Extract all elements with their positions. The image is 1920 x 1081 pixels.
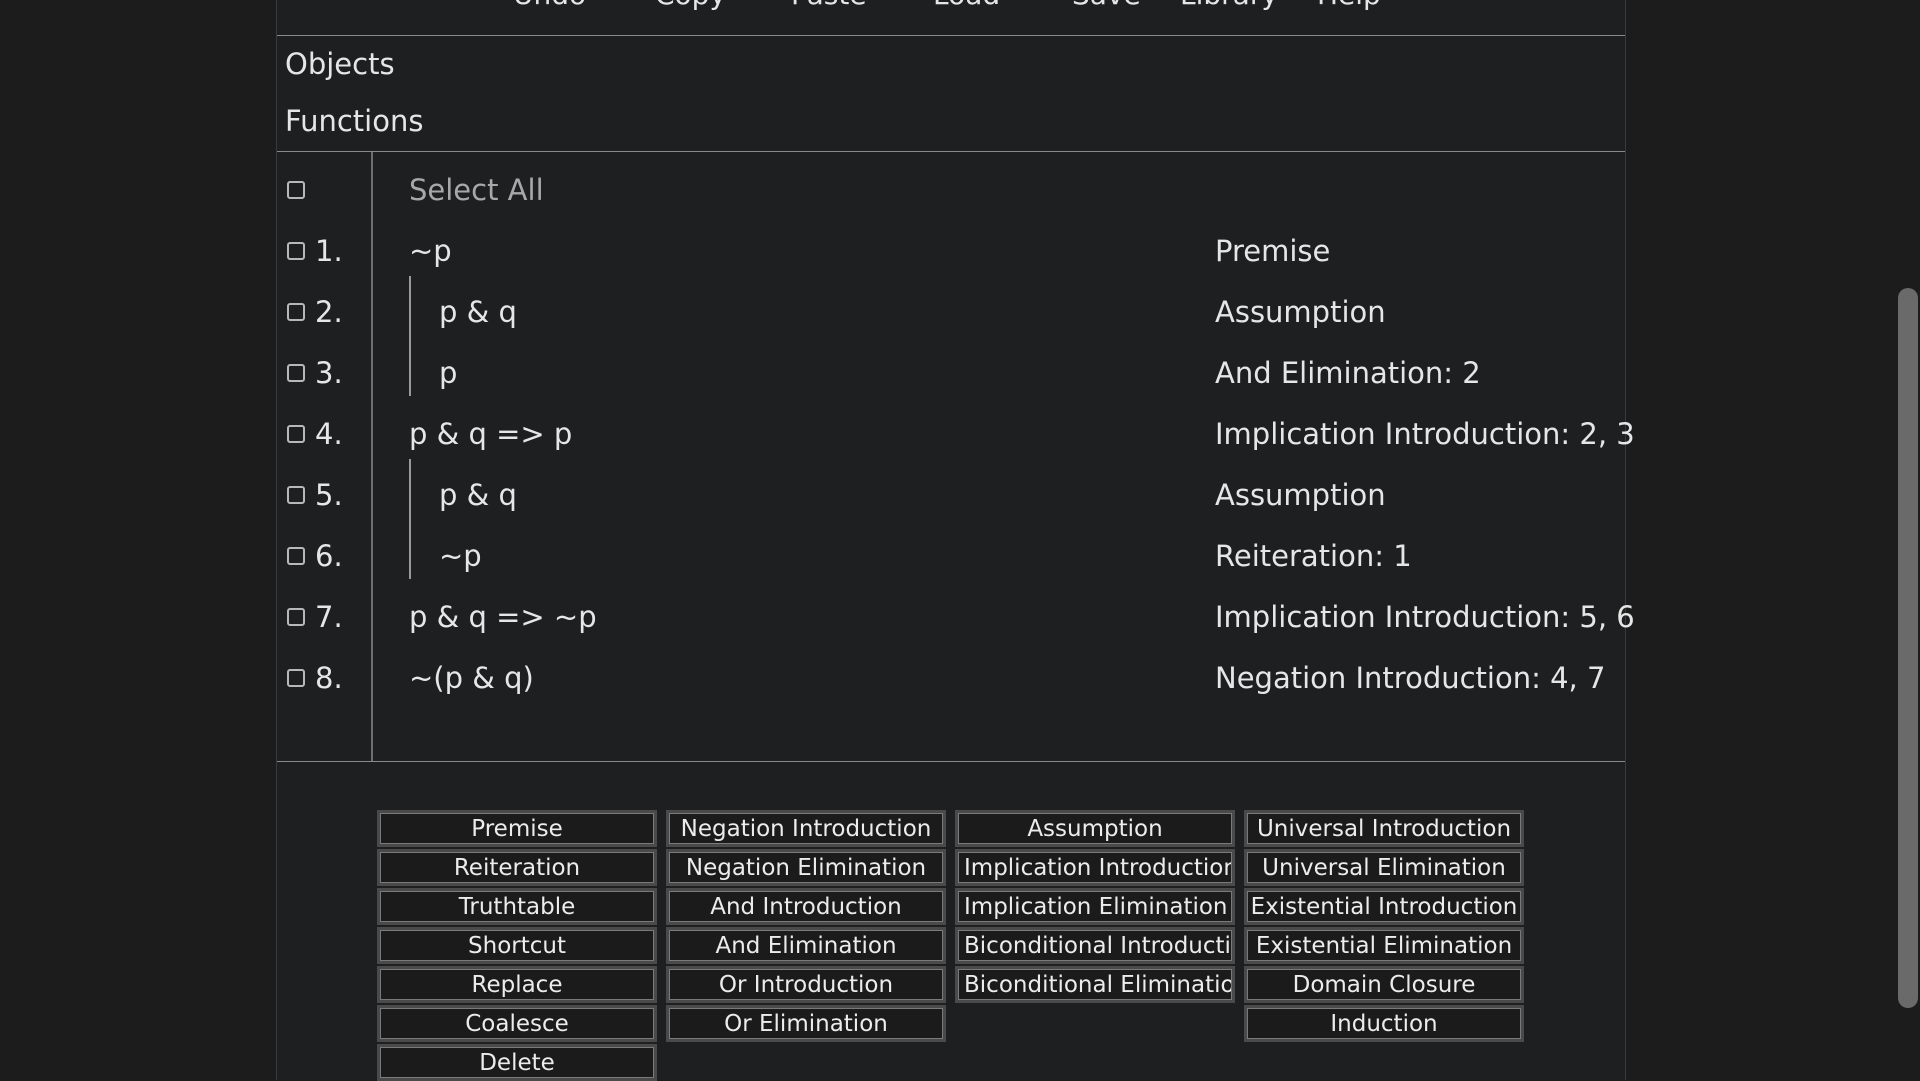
existential-elimination-button[interactable]: Existential Elimination xyxy=(1244,927,1524,964)
line-number: 5. xyxy=(315,478,343,512)
or-introduction-button[interactable]: Or Introduction xyxy=(666,966,946,1003)
premise-button[interactable]: Premise xyxy=(377,810,657,847)
assumption-button[interactable]: Assumption xyxy=(955,810,1235,847)
page-scrollbar[interactable] xyxy=(1898,288,1918,1008)
line-checkbox[interactable] xyxy=(287,547,305,565)
line-justification[interactable]: Implication Introduction: 2, 3 xyxy=(1215,417,1635,451)
reiteration-button[interactable]: Reiteration xyxy=(377,849,657,886)
or-elimination-button[interactable]: Or Elimination xyxy=(666,1005,946,1042)
line-justification[interactable]: Negation Introduction: 4, 7 xyxy=(1215,661,1605,695)
line-checkbox[interactable] xyxy=(287,425,305,443)
domain-closure-button[interactable]: Domain Closure xyxy=(1244,966,1524,1003)
and-introduction-button[interactable]: And Introduction xyxy=(666,888,946,925)
line-number: 3. xyxy=(315,356,343,390)
proof-line: 8. ~(p & q) Negation Introduction: 4, 7 xyxy=(277,657,1625,707)
line-justification[interactable]: Reiteration: 1 xyxy=(1215,539,1412,573)
subproof-bar xyxy=(409,276,411,396)
menu-help[interactable]: Help xyxy=(1317,0,1381,11)
objects-section[interactable]: Objects xyxy=(285,47,395,81)
biconditional-introduction-button[interactable]: Biconditional Introduction xyxy=(955,927,1235,964)
menu-library[interactable]: Library xyxy=(1180,0,1278,11)
proof-line: 1. ~p Premise xyxy=(277,230,1625,280)
line-formula[interactable]: p & q => p xyxy=(409,417,572,451)
select-all-row: Select All xyxy=(277,169,1625,219)
biconditional-elimination-button[interactable]: Biconditional Elimination xyxy=(955,966,1235,1003)
line-number: 8. xyxy=(315,661,343,695)
line-justification[interactable]: Assumption xyxy=(1215,478,1386,512)
proof-area: Select All 1. ~p Premise 2. p & q Assump… xyxy=(277,151,1635,762)
proof-line: 2. p & q Assumption xyxy=(277,291,1625,341)
line-number: 1. xyxy=(315,234,343,268)
proof-line: 5. p & q Assumption xyxy=(277,474,1625,524)
proof-line: 7. p & q => ~p Implication Introduction:… xyxy=(277,596,1635,646)
line-number: 4. xyxy=(315,417,343,451)
line-checkbox[interactable] xyxy=(287,486,305,504)
line-number: 2. xyxy=(315,295,343,329)
line-formula[interactable]: p & q xyxy=(439,478,517,512)
replace-button[interactable]: Replace xyxy=(377,966,657,1003)
proof-line: 6. ~p Reiteration: 1 xyxy=(277,535,1625,585)
subproof-bar xyxy=(409,459,411,579)
menu-paste[interactable]: Paste xyxy=(791,0,867,11)
proof-editor: Undo Copy Paste Load Save Library Help O… xyxy=(276,0,1635,1081)
implication-introduction-button[interactable]: Implication Introduction xyxy=(955,849,1235,886)
menu-save[interactable]: Save xyxy=(1072,0,1141,11)
delete-button[interactable]: Delete xyxy=(377,1044,657,1081)
line-justification[interactable]: And Elimination: 2 xyxy=(1215,356,1481,390)
menu-bar: Undo Copy Paste Load Save Library Help xyxy=(277,0,1625,36)
truthtable-button[interactable]: Truthtable xyxy=(377,888,657,925)
universal-introduction-button[interactable]: Universal Introduction xyxy=(1244,810,1524,847)
menu-load[interactable]: Load xyxy=(933,0,1000,11)
select-all-checkbox[interactable] xyxy=(287,181,305,199)
existential-introduction-button[interactable]: Existential Introduction xyxy=(1244,888,1524,925)
negation-introduction-button[interactable]: Negation Introduction xyxy=(666,810,946,847)
line-number: 7. xyxy=(315,600,343,634)
line-checkbox[interactable] xyxy=(287,669,305,687)
line-formula[interactable]: p xyxy=(439,356,457,390)
line-justification[interactable]: Premise xyxy=(1215,234,1330,268)
shortcut-button[interactable]: Shortcut xyxy=(377,927,657,964)
proof-line: 4. p & q => p Implication Introduction: … xyxy=(277,413,1635,463)
select-all-label[interactable]: Select All xyxy=(409,173,544,207)
universal-elimination-button[interactable]: Universal Elimination xyxy=(1244,849,1524,886)
implication-elimination-button[interactable]: Implication Elimination xyxy=(955,888,1235,925)
negation-elimination-button[interactable]: Negation Elimination xyxy=(666,849,946,886)
line-formula[interactable]: ~p xyxy=(409,234,452,268)
line-formula[interactable]: p & q => ~p xyxy=(409,600,597,634)
line-checkbox[interactable] xyxy=(287,303,305,321)
and-elimination-button[interactable]: And Elimination xyxy=(666,927,946,964)
line-checkbox[interactable] xyxy=(287,242,305,260)
line-justification[interactable]: Assumption xyxy=(1215,295,1386,329)
line-formula[interactable]: ~p xyxy=(439,539,482,573)
functions-section[interactable]: Functions xyxy=(285,104,423,138)
proof-line: 3. p And Elimination: 2 xyxy=(277,352,1625,402)
line-checkbox[interactable] xyxy=(287,608,305,626)
menu-undo[interactable]: Undo xyxy=(513,0,586,11)
line-formula[interactable]: ~(p & q) xyxy=(409,661,534,695)
line-checkbox[interactable] xyxy=(287,364,305,382)
line-formula[interactable]: p & q xyxy=(439,295,517,329)
coalesce-button[interactable]: Coalesce xyxy=(377,1005,657,1042)
menu-copy[interactable]: Copy xyxy=(655,0,726,11)
line-number: 6. xyxy=(315,539,343,573)
line-justification[interactable]: Implication Introduction: 5, 6 xyxy=(1215,600,1635,634)
induction-button[interactable]: Induction xyxy=(1244,1005,1524,1042)
